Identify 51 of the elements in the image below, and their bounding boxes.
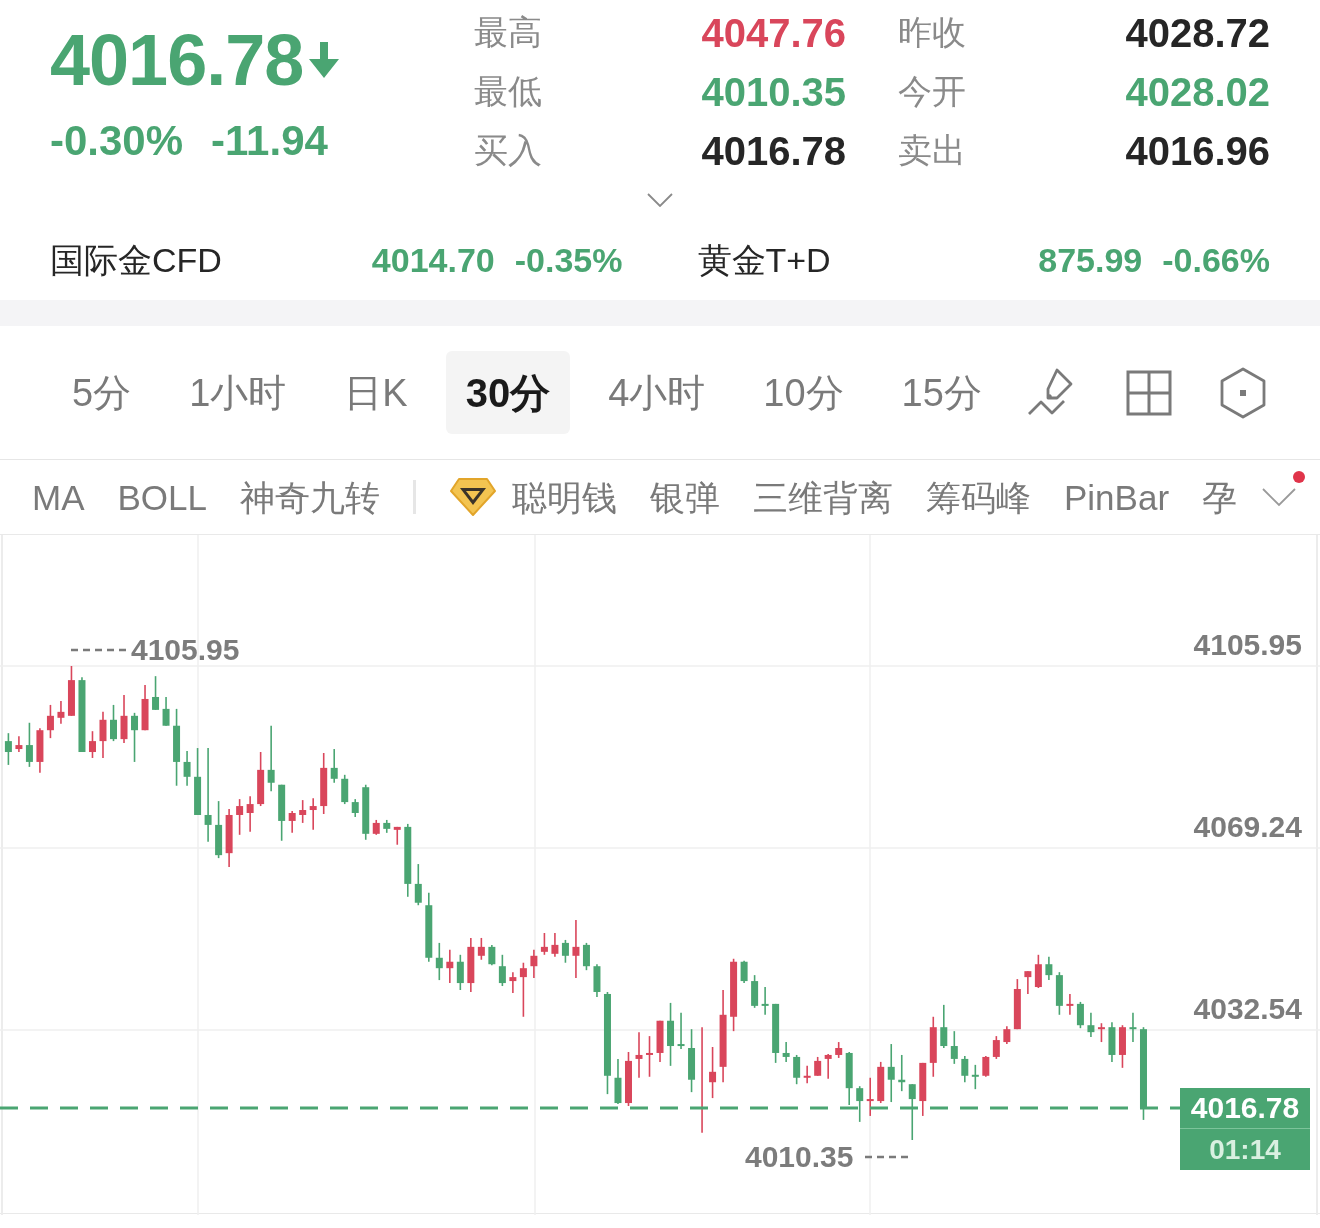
stat-label: 最高 [474,12,542,51]
indicator-tab[interactable]: PinBar [1064,479,1170,515]
period-tab[interactable]: 30分 [445,351,571,434]
stat-value: 4028.02 [1125,71,1270,112]
related-quote-change: -0.35% [514,243,623,277]
indicator-tab[interactable]: 神奇九转 [240,479,380,515]
related-quote-price: 875.99 [1038,243,1143,277]
gem-icon [449,477,497,517]
indicator-tab[interactable]: BOLL [117,479,207,515]
indicator-tab[interactable]: 聪明钱 [512,479,617,515]
period-tab[interactable]: 4小时 [588,351,726,434]
y-axis-tick-label: 4032.54 [1193,993,1302,1024]
indicator-tab[interactable]: MA [32,479,85,515]
high-price-label: 4105.95 [131,635,240,665]
stat-label: 今开 [898,71,966,110]
period-tab[interactable]: 5分 [52,351,152,434]
indicator-tab[interactable]: 三维背离 [753,479,893,515]
y-axis-tick-label: 4069.24 [1193,812,1302,842]
bar-countdown: 01:14 [1209,1135,1281,1164]
y-axis-tick-label: 4105.95 [1193,630,1302,660]
last-price: 4016.78 [50,24,304,96]
stat-label: 最低 [474,71,542,110]
hexagon-icon[interactable] [1219,366,1266,419]
stat-value: 4047.76 [701,12,846,53]
stat-value: 4016.78 [701,130,846,171]
period-tab[interactable]: 1小时 [169,351,307,434]
period-tab[interactable]: 15分 [881,351,1002,434]
high-marker-leader [71,648,127,652]
related-quote-price: 4014.70 [371,243,495,277]
period-tab[interactable]: 日K [324,351,428,434]
period-tab[interactable]: 10分 [743,351,864,434]
stat-value: 4016.96 [1125,130,1270,171]
last-price-value: 4016.78 [1190,1093,1300,1124]
low-marker-leader [865,1155,908,1159]
chevron-down-icon[interactable] [647,193,673,207]
indicator-tab[interactable]: 孕 [1202,479,1238,515]
indicator-tab[interactable]: 银弹 [650,479,720,515]
related-quote-change: -0.66% [1162,243,1270,277]
change-amount: -11.94 [211,120,328,162]
stat-label: 卖出 [898,130,966,169]
stat-value: 4028.72 [1125,12,1270,53]
low-price-label: 4010.35 [745,1142,854,1172]
chevron-down-icon[interactable] [1262,487,1296,507]
change-percent: -0.30% [50,120,184,162]
indicator-tab[interactable]: 筹码峰 [926,479,1031,515]
grid-icon[interactable] [1125,369,1172,416]
related-quote-name[interactable]: 国际金CFD [50,243,222,277]
related-quote-name[interactable]: 黄金T+D [697,243,831,277]
stat-label: 昨收 [898,12,966,51]
stat-value: 4010.35 [701,71,846,112]
stat-label: 买入 [474,130,542,169]
